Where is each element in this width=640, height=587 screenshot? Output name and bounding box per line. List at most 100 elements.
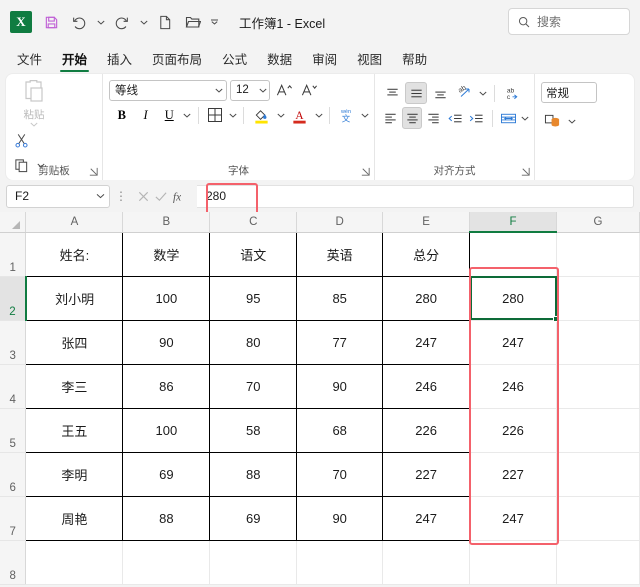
merge-cells-chevron-down-icon[interactable]	[520, 108, 530, 128]
formula-bar-options[interactable]: ⋮	[115, 189, 127, 203]
cell-a2[interactable]: 刘小明	[25, 275, 124, 321]
fill-color-chevron-down-icon[interactable]	[275, 105, 286, 125]
underline-chevron-down-icon[interactable]	[182, 105, 193, 125]
redo-dropdown-chevron-down-icon[interactable]	[137, 9, 150, 35]
column-header-a[interactable]: A	[25, 212, 124, 233]
italic-button[interactable]: I	[135, 104, 157, 126]
customize-toolbar-chevron-down-icon[interactable]	[208, 9, 221, 35]
font-size-chevron-down-icon[interactable]	[259, 88, 267, 93]
cell-d1[interactable]: 英语	[296, 231, 384, 277]
save-icon[interactable]	[38, 9, 64, 35]
font-size-input[interactable]: 12	[230, 79, 270, 101]
clipboard-dialog-launcher[interactable]	[88, 166, 99, 177]
cell-b5[interactable]: 100	[122, 407, 211, 453]
column-header-d[interactable]: D	[296, 212, 384, 233]
row-header-4[interactable]: 4	[0, 364, 27, 409]
grow-font-button[interactable]	[273, 79, 295, 101]
row-header-1[interactable]: 1	[0, 232, 27, 277]
column-header-g[interactable]: G	[556, 212, 640, 233]
cell-e3[interactable]: 247	[382, 319, 471, 365]
column-header-c[interactable]: C	[209, 212, 298, 233]
cell-c7[interactable]: 69	[209, 495, 298, 541]
tab-formulas[interactable]: 公式	[213, 46, 256, 74]
row-header-6[interactable]: 6	[0, 452, 27, 497]
cell-b8[interactable]	[122, 540, 211, 585]
cell-a7[interactable]: 周艳	[25, 495, 124, 541]
cell-c5[interactable]: 58	[209, 407, 298, 453]
cell-d8[interactable]	[296, 540, 384, 585]
paste-button[interactable]: 粘贴	[10, 78, 58, 127]
name-box-chevron-down-icon[interactable]	[96, 193, 105, 199]
cut-button[interactable]	[10, 129, 32, 151]
cell-e4[interactable]: 246	[382, 363, 471, 409]
fx-icon[interactable]: fx	[172, 189, 187, 204]
cell-f1[interactable]	[469, 232, 557, 277]
cell-g3[interactable]	[556, 320, 640, 365]
cell-a3[interactable]: 张四	[25, 319, 124, 365]
row-header-7[interactable]: 7	[0, 496, 27, 541]
cell-e8[interactable]	[382, 540, 471, 585]
column-header-b[interactable]: B	[122, 212, 211, 233]
cell-a4[interactable]: 李三	[25, 363, 124, 409]
cell-a8[interactable]	[25, 540, 124, 585]
cell-g5[interactable]	[556, 408, 640, 453]
orientation-button[interactable]: ab	[453, 82, 475, 104]
font-dialog-launcher[interactable]	[360, 166, 371, 177]
tab-help[interactable]: 帮助	[393, 46, 436, 74]
font-name-chevron-down-icon[interactable]	[215, 88, 223, 93]
align-bottom-button[interactable]	[429, 82, 451, 104]
cell-a1[interactable]: 姓名:	[25, 231, 124, 277]
cell-f2[interactable]: 280	[469, 276, 557, 321]
borders-button[interactable]	[204, 104, 226, 126]
cell-f6[interactable]: 227	[469, 452, 557, 497]
tab-insert[interactable]: 插入	[98, 46, 141, 74]
undo-icon[interactable]	[66, 9, 92, 35]
row-header-2[interactable]: 2	[0, 276, 27, 321]
close-icon[interactable]	[137, 190, 150, 203]
align-middle-button[interactable]	[405, 82, 427, 104]
cell-c4[interactable]: 70	[209, 363, 298, 409]
name-box[interactable]: F2	[6, 184, 110, 208]
formula-input[interactable]: 280	[197, 184, 634, 208]
wrap-text-button[interactable]: ab c	[501, 82, 523, 104]
align-left-button[interactable]	[381, 107, 400, 129]
check-icon[interactable]	[154, 190, 168, 203]
cell-a6[interactable]: 李明	[25, 451, 124, 497]
cell-e1[interactable]: 总分	[382, 231, 471, 277]
align-center-button[interactable]	[402, 107, 422, 129]
column-header-e[interactable]: E	[382, 212, 471, 233]
phonetic-guide-button[interactable]: wén 文	[335, 104, 357, 126]
cell-e2[interactable]: 280	[382, 275, 471, 321]
font-name-input[interactable]: 等线	[109, 79, 227, 101]
cell-e6[interactable]: 227	[382, 451, 471, 497]
shrink-font-button[interactable]	[298, 79, 320, 101]
cell-b3[interactable]: 90	[122, 319, 211, 365]
cell-d7[interactable]: 90	[296, 495, 384, 541]
cell-e7[interactable]: 247	[382, 495, 471, 541]
font-color-button[interactable]: A	[288, 104, 312, 126]
merge-cells-button[interactable]	[499, 107, 518, 129]
cell-b2[interactable]: 100	[122, 275, 211, 321]
underline-button[interactable]: U	[158, 104, 180, 126]
cell-c1[interactable]: 语文	[209, 231, 298, 277]
fill-color-button[interactable]	[249, 104, 273, 126]
tab-home[interactable]: 开始	[53, 46, 96, 74]
select-all-corner[interactable]	[0, 212, 27, 233]
row-header-8[interactable]: 8	[0, 540, 27, 585]
cell-b7[interactable]: 88	[122, 495, 211, 541]
font-color-chevron-down-icon[interactable]	[314, 105, 325, 125]
cell-a5[interactable]: 王五	[25, 407, 124, 453]
cell-g8[interactable]	[556, 540, 640, 585]
phonetic-guide-chevron-down-icon[interactable]	[359, 105, 370, 125]
increase-indent-button[interactable]	[467, 107, 486, 129]
cell-g2[interactable]	[556, 276, 640, 321]
cell-c6[interactable]: 88	[209, 451, 298, 497]
row-header-5[interactable]: 5	[0, 408, 27, 453]
cell-f7[interactable]: 247	[469, 496, 557, 541]
cell-c8[interactable]	[209, 540, 298, 585]
cell-f8[interactable]	[469, 540, 557, 585]
decrease-indent-button[interactable]	[445, 107, 464, 129]
cell-f3[interactable]: 247	[469, 320, 557, 365]
accounting-format-button[interactable]	[541, 110, 563, 132]
redo-icon[interactable]	[109, 9, 135, 35]
